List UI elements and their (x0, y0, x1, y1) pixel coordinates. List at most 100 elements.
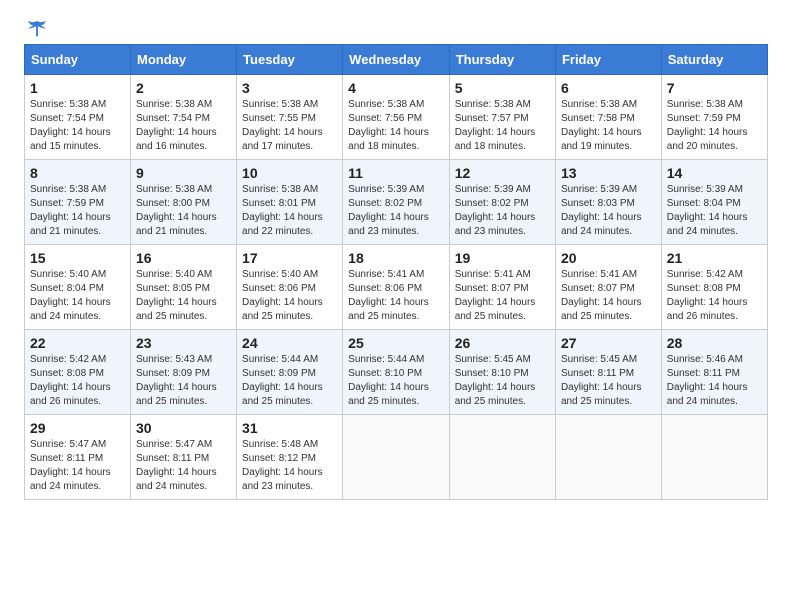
day-info: Sunrise: 5:39 AM Sunset: 8:04 PM Dayligh… (667, 183, 762, 239)
day-info: Sunrise: 5:48 AM Sunset: 8:12 PM Dayligh… (242, 438, 337, 494)
day-number: 3 (242, 80, 337, 96)
day-info: Sunrise: 5:38 AM Sunset: 8:01 PM Dayligh… (242, 183, 337, 239)
day-info: Sunrise: 5:45 AM Sunset: 8:10 PM Dayligh… (455, 353, 550, 409)
day-info: Sunrise: 5:40 AM Sunset: 8:06 PM Dayligh… (242, 268, 337, 324)
calendar-week-row: 15 Sunrise: 5:40 AM Sunset: 8:04 PM Dayli… (25, 245, 768, 330)
calendar-cell: 11 Sunrise: 5:39 AM Sunset: 8:02 PM Dayli… (343, 160, 450, 245)
day-number: 1 (30, 80, 125, 96)
calendar-cell: 28 Sunrise: 5:46 AM Sunset: 8:11 PM Dayli… (661, 330, 767, 415)
day-info: Sunrise: 5:47 AM Sunset: 8:11 PM Dayligh… (30, 438, 125, 494)
day-number: 17 (242, 250, 337, 266)
day-info: Sunrise: 5:38 AM Sunset: 7:54 PM Dayligh… (136, 98, 231, 154)
day-number: 20 (561, 250, 656, 266)
day-number: 15 (30, 250, 125, 266)
day-info: Sunrise: 5:44 AM Sunset: 8:09 PM Dayligh… (242, 353, 337, 409)
day-info: Sunrise: 5:40 AM Sunset: 8:04 PM Dayligh… (30, 268, 125, 324)
calendar-week-row: 8 Sunrise: 5:38 AM Sunset: 7:59 PM Daylig… (25, 160, 768, 245)
calendar-cell: 9 Sunrise: 5:38 AM Sunset: 8:00 PM Daylig… (131, 160, 237, 245)
day-number: 12 (455, 165, 550, 181)
day-info: Sunrise: 5:41 AM Sunset: 8:07 PM Dayligh… (455, 268, 550, 324)
day-number: 9 (136, 165, 231, 181)
calendar-cell: 31 Sunrise: 5:48 AM Sunset: 8:12 PM Dayli… (237, 415, 343, 500)
day-number: 27 (561, 335, 656, 351)
column-header-thursday: Thursday (449, 45, 555, 75)
calendar-cell: 19 Sunrise: 5:41 AM Sunset: 8:07 PM Dayli… (449, 245, 555, 330)
calendar-cell: 21Sunrise: 5:42 AM Sunset: 8:08 PM Dayli… (661, 245, 767, 330)
day-number: 30 (136, 420, 231, 436)
calendar-cell (343, 415, 450, 500)
calendar-cell: 14 Sunrise: 5:39 AM Sunset: 8:04 PM Dayli… (661, 160, 767, 245)
logo-bird-icon (26, 18, 48, 40)
calendar-cell: 7 Sunrise: 5:38 AM Sunset: 7:59 PM Daylig… (661, 75, 767, 160)
calendar-cell: 12Sunrise: 5:39 AM Sunset: 8:02 PM Dayli… (449, 160, 555, 245)
calendar-cell: 30 Sunrise: 5:47 AM Sunset: 8:11 PM Dayli… (131, 415, 237, 500)
day-number: 25 (348, 335, 444, 351)
day-number: 13 (561, 165, 656, 181)
calendar-cell: 5 Sunrise: 5:38 AM Sunset: 7:57 PM Daylig… (449, 75, 555, 160)
calendar-cell: 8 Sunrise: 5:38 AM Sunset: 7:59 PM Daylig… (25, 160, 131, 245)
day-number: 28 (667, 335, 762, 351)
day-number: 10 (242, 165, 337, 181)
day-info: Sunrise: 5:43 AM Sunset: 8:09 PM Dayligh… (136, 353, 231, 409)
day-number: 7 (667, 80, 762, 96)
calendar-cell: 6 Sunrise: 5:38 AM Sunset: 7:58 PM Daylig… (555, 75, 661, 160)
day-info: Sunrise: 5:38 AM Sunset: 7:54 PM Dayligh… (30, 98, 125, 154)
calendar-cell: 4 Sunrise: 5:38 AM Sunset: 7:56 PM Daylig… (343, 75, 450, 160)
day-number: 19 (455, 250, 550, 266)
day-info: Sunrise: 5:38 AM Sunset: 7:59 PM Dayligh… (667, 98, 762, 154)
calendar-cell (661, 415, 767, 500)
day-info: Sunrise: 5:46 AM Sunset: 8:11 PM Dayligh… (667, 353, 762, 409)
day-number: 24 (242, 335, 337, 351)
calendar-cell (555, 415, 661, 500)
column-header-friday: Friday (555, 45, 661, 75)
day-number: 31 (242, 420, 337, 436)
calendar-cell: 27Sunrise: 5:45 AM Sunset: 8:11 PM Dayli… (555, 330, 661, 415)
day-info: Sunrise: 5:38 AM Sunset: 7:55 PM Dayligh… (242, 98, 337, 154)
calendar-cell: 16Sunrise: 5:40 AM Sunset: 8:05 PM Dayli… (131, 245, 237, 330)
calendar-week-row: 22 Sunrise: 5:42 AM Sunset: 8:08 PM Dayli… (25, 330, 768, 415)
calendar-cell: 25 Sunrise: 5:44 AM Sunset: 8:10 PM Dayli… (343, 330, 450, 415)
calendar-week-row: 29 Sunrise: 5:47 AM Sunset: 8:11 PM Dayli… (25, 415, 768, 500)
day-info: Sunrise: 5:40 AM Sunset: 8:05 PM Dayligh… (136, 268, 231, 324)
day-number: 2 (136, 80, 231, 96)
day-number: 22 (30, 335, 125, 351)
page-header (24, 20, 768, 38)
day-number: 6 (561, 80, 656, 96)
day-info: Sunrise: 5:38 AM Sunset: 8:00 PM Dayligh… (136, 183, 231, 239)
day-info: Sunrise: 5:38 AM Sunset: 7:58 PM Dayligh… (561, 98, 656, 154)
column-header-monday: Monday (131, 45, 237, 75)
calendar-cell: 18Sunrise: 5:41 AM Sunset: 8:06 PM Dayli… (343, 245, 450, 330)
day-number: 14 (667, 165, 762, 181)
day-info: Sunrise: 5:44 AM Sunset: 8:10 PM Dayligh… (348, 353, 444, 409)
calendar-cell: 15 Sunrise: 5:40 AM Sunset: 8:04 PM Dayli… (25, 245, 131, 330)
day-info: Sunrise: 5:39 AM Sunset: 8:02 PM Dayligh… (348, 183, 444, 239)
day-number: 29 (30, 420, 125, 436)
day-info: Sunrise: 5:42 AM Sunset: 8:08 PM Dayligh… (667, 268, 762, 324)
day-info: Sunrise: 5:42 AM Sunset: 8:08 PM Dayligh… (30, 353, 125, 409)
column-header-sunday: Sunday (25, 45, 131, 75)
day-number: 4 (348, 80, 444, 96)
calendar-cell: 26 Sunrise: 5:45 AM Sunset: 8:10 PM Dayli… (449, 330, 555, 415)
day-number: 26 (455, 335, 550, 351)
day-info: Sunrise: 5:38 AM Sunset: 7:57 PM Dayligh… (455, 98, 550, 154)
column-header-tuesday: Tuesday (237, 45, 343, 75)
calendar-cell: 29 Sunrise: 5:47 AM Sunset: 8:11 PM Dayli… (25, 415, 131, 500)
calendar-cell: 20Sunrise: 5:41 AM Sunset: 8:07 PM Dayli… (555, 245, 661, 330)
calendar-cell: 22 Sunrise: 5:42 AM Sunset: 8:08 PM Dayli… (25, 330, 131, 415)
calendar-header-row: SundayMondayTuesdayWednesdayThursdayFrid… (25, 45, 768, 75)
day-number: 23 (136, 335, 231, 351)
day-number: 11 (348, 165, 444, 181)
column-header-wednesday: Wednesday (343, 45, 450, 75)
calendar-cell: 23 Sunrise: 5:43 AM Sunset: 8:09 PM Dayli… (131, 330, 237, 415)
day-info: Sunrise: 5:38 AM Sunset: 7:56 PM Dayligh… (348, 98, 444, 154)
day-info: Sunrise: 5:47 AM Sunset: 8:11 PM Dayligh… (136, 438, 231, 494)
calendar-cell: 13Sunrise: 5:39 AM Sunset: 8:03 PM Dayli… (555, 160, 661, 245)
day-number: 8 (30, 165, 125, 181)
day-number: 5 (455, 80, 550, 96)
calendar-cell: 10 Sunrise: 5:38 AM Sunset: 8:01 PM Dayli… (237, 160, 343, 245)
day-info: Sunrise: 5:41 AM Sunset: 8:06 PM Dayligh… (348, 268, 444, 324)
day-info: Sunrise: 5:38 AM Sunset: 7:59 PM Dayligh… (30, 183, 125, 239)
calendar-cell: 17 Sunrise: 5:40 AM Sunset: 8:06 PM Dayli… (237, 245, 343, 330)
calendar-cell: 3 Sunrise: 5:38 AM Sunset: 7:55 PM Daylig… (237, 75, 343, 160)
calendar-week-row: 1 Sunrise: 5:38 AM Sunset: 7:54 PM Daylig… (25, 75, 768, 160)
